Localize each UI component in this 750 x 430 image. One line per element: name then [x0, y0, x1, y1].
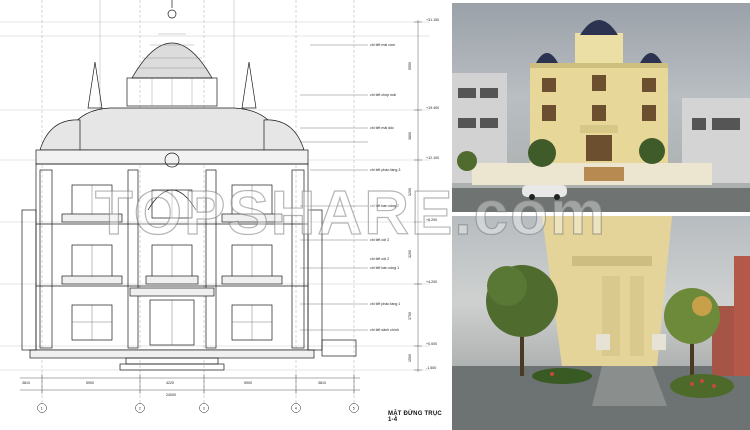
elev-mark-1: +19.400: [426, 106, 439, 110]
elev-mark-3: +8.200: [426, 218, 437, 222]
elevation-drawing: chi tiết mái vòm chi tiết chóp mái chi t…: [0, 0, 448, 430]
level-lines: [0, 21, 430, 371]
bottom-dim-0: 3810: [22, 381, 30, 385]
elev-mark-2: +12.100: [426, 156, 439, 160]
render-perspective-view: [452, 216, 750, 430]
callout-2: chi tiết mái dốc: [370, 126, 394, 130]
sheet-title: MẶT ĐỨNG TRỤC 1-4: [388, 411, 442, 423]
side-dim-1: 3800: [408, 132, 412, 140]
elev-mark-5: +0.000: [426, 342, 437, 346]
side-dimensions: 5550 3800 3200 3200 3700 1500: [408, 62, 412, 362]
elevation-marks: +31.150 +19.400 +12.100 +8.200 +4.200 +0…: [426, 18, 439, 370]
callout-notes: chi tiết mái vòm chi tiết chóp mái chi t…: [370, 43, 400, 332]
callout-0: chi tiết mái vòm: [370, 43, 395, 47]
side-dim-5: 1500: [408, 354, 412, 362]
axis-label-2: 2: [139, 407, 141, 411]
bottom-dimensions: 3810 5900 4220 5900 3810 24000: [22, 381, 326, 397]
callout-1: chi tiết chóp mái: [370, 93, 396, 97]
side-dim-2: 3200: [408, 188, 412, 196]
callout-leaders: [300, 44, 368, 331]
render-front-view: [452, 3, 750, 212]
callout-4: chi tiết ban công 2: [370, 204, 399, 208]
callout-5: chi tiết cột 3: [370, 238, 389, 242]
elevation-svg: chi tiết mái vòm chi tiết chóp mái chi t…: [0, 0, 439, 413]
window-details: [72, 185, 272, 345]
bottom-dim-3: 5900: [244, 381, 252, 385]
side-dim-3: 3200: [408, 250, 412, 258]
elev-mark-0: +31.150: [426, 18, 439, 22]
side-dim-0: 5550: [408, 62, 412, 70]
callout-3: chi tiết phào tầng 3: [370, 168, 400, 172]
total-dimension: 24000: [166, 393, 176, 397]
elev-mark-6: -1.500: [426, 366, 436, 370]
callout-8: chi tiết phào tầng 1: [370, 302, 400, 306]
callout-7: chi tiết ban công 1: [370, 266, 399, 270]
callout-9: chi tiết sảnh chính: [370, 328, 399, 332]
bottom-dim-1: 5900: [86, 381, 94, 385]
side-dim-4: 3700: [408, 312, 412, 320]
side-dimension-line: [414, 20, 422, 372]
bottom-dim-2: 4220: [166, 381, 174, 385]
building-outline: [21, 0, 357, 371]
axis-label-3: 3: [203, 407, 205, 411]
elev-mark-4: +4.200: [426, 280, 437, 284]
callout-6: chi tiết cột 2: [370, 257, 389, 261]
front-view-scene: [452, 20, 750, 212]
grid-axis-markers: 1 2 3 4 5: [37, 403, 359, 413]
perspective-view-scene: [452, 216, 750, 430]
axis-label-1: 1: [41, 407, 43, 411]
bottom-dimension-lines: [20, 374, 360, 394]
axis-label-5: 5: [353, 407, 355, 411]
axis-label-4: 4: [295, 407, 297, 411]
bottom-dim-4: 3810: [318, 381, 326, 385]
